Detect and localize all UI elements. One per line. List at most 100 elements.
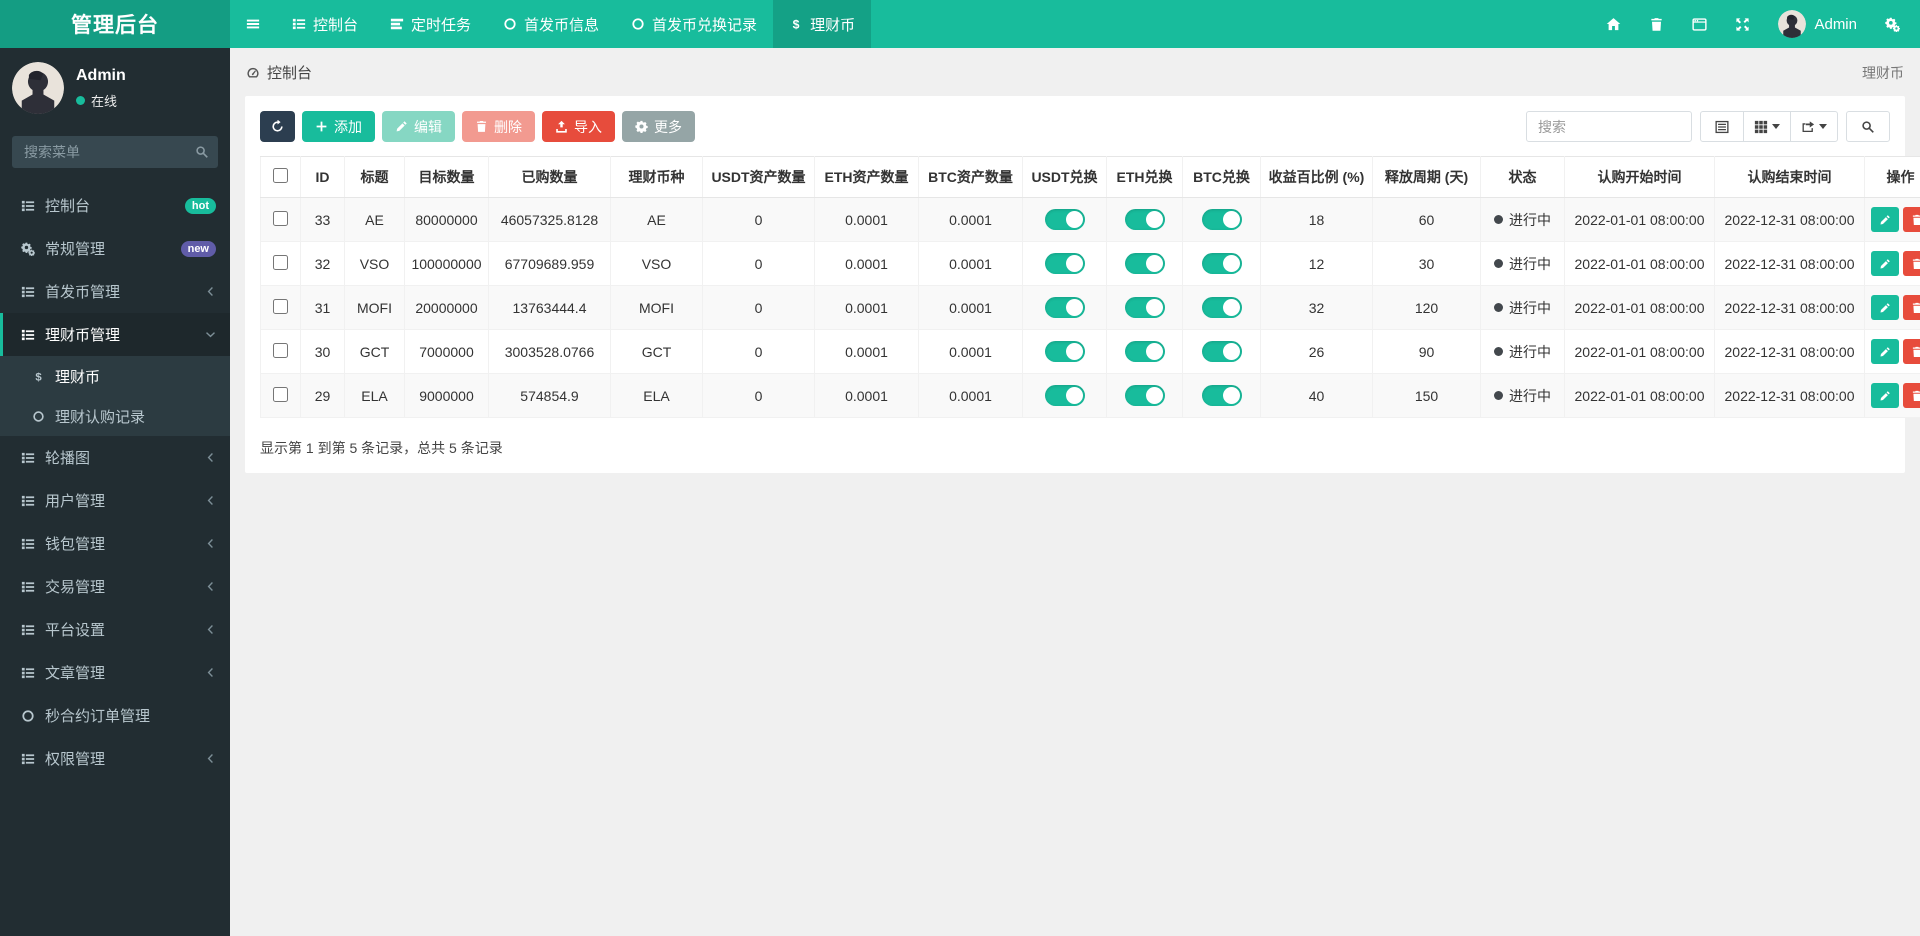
tab-dashboard[interactable]: 控制台 bbox=[276, 0, 374, 48]
more-button[interactable]: 更多 bbox=[622, 111, 695, 142]
btc-swap-toggle[interactable] bbox=[1202, 341, 1242, 362]
settings-button[interactable] bbox=[1871, 0, 1920, 48]
cell-btc_amount: 0.0001 bbox=[919, 374, 1023, 418]
tab-ico-exchange-records[interactable]: 首发币兑换记录 bbox=[615, 0, 773, 48]
sidebar-item-contract-orders[interactable]: 秒合约订单管理 bbox=[0, 694, 230, 737]
detail-view-button[interactable] bbox=[1700, 111, 1744, 142]
export-button[interactable] bbox=[1790, 111, 1838, 142]
table-row[interactable]: 31MOFI2000000013763444.4MOFI00.00010.000… bbox=[261, 286, 1920, 330]
sidebar-item-dashboard[interactable]: 控制台hot bbox=[0, 184, 230, 227]
eth-swap-toggle[interactable] bbox=[1125, 253, 1165, 274]
row-edit-button[interactable] bbox=[1871, 383, 1899, 408]
cell-id: 29 bbox=[301, 374, 345, 418]
row-checkbox[interactable] bbox=[273, 343, 288, 358]
row-checkbox[interactable] bbox=[273, 299, 288, 314]
sidebar-toggle-button[interactable] bbox=[230, 0, 276, 48]
fullscreen-button[interactable] bbox=[1721, 0, 1764, 48]
user-menu-button[interactable]: Admin bbox=[1764, 0, 1871, 48]
usdt-swap-toggle[interactable] bbox=[1045, 209, 1085, 230]
search-submit-button[interactable] bbox=[1846, 111, 1890, 142]
row-checkbox[interactable] bbox=[273, 211, 288, 226]
sidebar-item-trade-manage[interactable]: 交易管理 bbox=[0, 565, 230, 608]
row-edit-button[interactable] bbox=[1871, 251, 1899, 276]
row-checkbox[interactable] bbox=[273, 387, 288, 402]
sidebar-item-permission-manage[interactable]: 权限管理 bbox=[0, 737, 230, 780]
cell-btc_swap bbox=[1183, 198, 1261, 242]
sidebar-item-finance-subscribe-records[interactable]: 理财认购记录 bbox=[0, 396, 230, 436]
import-button[interactable]: 导入 bbox=[542, 111, 615, 142]
row-checkbox[interactable] bbox=[273, 255, 288, 270]
row-delete-button[interactable] bbox=[1903, 251, 1920, 276]
row-delete-button[interactable] bbox=[1903, 339, 1920, 364]
refresh-button[interactable] bbox=[260, 111, 295, 142]
btc-swap-toggle[interactable] bbox=[1202, 297, 1242, 318]
table-row[interactable]: 33AE8000000046057325.8128AE00.00010.0001… bbox=[261, 198, 1920, 242]
sidebar-item-wallet-manage[interactable]: 钱包管理 bbox=[0, 522, 230, 565]
table-row[interactable]: 29ELA9000000574854.9ELA00.00010.00014015… bbox=[261, 374, 1920, 418]
status-dot-icon bbox=[1494, 347, 1503, 356]
row-edit-button[interactable] bbox=[1871, 207, 1899, 232]
cell-start: 2022-01-01 08:00:00 bbox=[1565, 286, 1715, 330]
btc-swap-toggle[interactable] bbox=[1202, 385, 1242, 406]
sidebar-item-article-manage[interactable]: 文章管理 bbox=[0, 651, 230, 694]
home-button[interactable] bbox=[1592, 0, 1635, 48]
table-row[interactable]: 30GCT70000003003528.0766GCT00.00010.0001… bbox=[261, 330, 1920, 374]
usdt-swap-toggle[interactable] bbox=[1045, 253, 1085, 274]
status-label: 进行中 bbox=[1509, 386, 1551, 406]
edit-button[interactable]: 编辑 bbox=[382, 111, 455, 142]
eth-swap-toggle[interactable] bbox=[1125, 341, 1165, 362]
delete-button[interactable]: 删除 bbox=[462, 111, 535, 142]
cell-btc_swap bbox=[1183, 286, 1261, 330]
sidebar-item-general-manage[interactable]: 常规管理new bbox=[0, 227, 230, 270]
sidebar-menu-search-input[interactable] bbox=[12, 136, 218, 168]
sidebar-item-finance-coin[interactable]: $理财币 bbox=[0, 356, 230, 396]
row-edit-button[interactable] bbox=[1871, 339, 1899, 364]
usdt-swap-toggle[interactable] bbox=[1045, 297, 1085, 318]
breadcrumb-section-link[interactable]: 控制台 bbox=[246, 62, 312, 83]
app-logo[interactable]: 管理后台 bbox=[0, 0, 230, 48]
list-icon bbox=[18, 537, 38, 551]
cell-eth_swap bbox=[1107, 374, 1183, 418]
tab-ico-info[interactable]: 首发币信息 bbox=[487, 0, 615, 48]
eth-swap-toggle[interactable] bbox=[1125, 297, 1165, 318]
usdt-swap-toggle[interactable] bbox=[1045, 385, 1085, 406]
col-header-usdt_amount: USDT资产数量 bbox=[703, 157, 815, 198]
col-header-btc_swap: BTC兑换 bbox=[1183, 157, 1261, 198]
row-delete-button[interactable] bbox=[1903, 207, 1920, 232]
btc-swap-toggle[interactable] bbox=[1202, 253, 1242, 274]
circle-icon bbox=[28, 410, 48, 423]
table-search-input[interactable] bbox=[1526, 111, 1692, 142]
eth-swap-toggle[interactable] bbox=[1125, 209, 1165, 230]
sidebar-item-user-manage[interactable]: 用户管理 bbox=[0, 479, 230, 522]
submenu-finance-manage: $理财币理财认购记录 bbox=[0, 356, 230, 436]
row-delete-button[interactable] bbox=[1903, 295, 1920, 320]
chevron-left-icon bbox=[205, 581, 216, 592]
select-all-checkbox[interactable] bbox=[273, 168, 288, 183]
sidebar-item-platform-settings[interactable]: 平台设置 bbox=[0, 608, 230, 651]
table-row[interactable]: 32VSO10000000067709689.959VSO00.00010.00… bbox=[261, 242, 1920, 286]
sidebar-item-finance-manage[interactable]: 理财币管理 bbox=[0, 313, 230, 356]
sidebar-item-ico-manage[interactable]: 首发币管理 bbox=[0, 270, 230, 313]
tab-cron-tasks[interactable]: 定时任务 bbox=[374, 0, 487, 48]
columns-button[interactable] bbox=[1743, 111, 1791, 142]
eth-swap-toggle[interactable] bbox=[1125, 385, 1165, 406]
tab-label: 理财币 bbox=[810, 14, 855, 35]
trash-icon bbox=[475, 120, 488, 133]
tab-finance-coin[interactable]: $理财币 bbox=[773, 0, 871, 48]
list-icon bbox=[18, 752, 38, 766]
cell-check bbox=[261, 198, 301, 242]
list-icon bbox=[18, 199, 38, 213]
status-label: 进行中 bbox=[1509, 342, 1551, 362]
cell-profit: 26 bbox=[1261, 330, 1373, 374]
add-button[interactable]: 添加 bbox=[302, 111, 375, 142]
btc-swap-toggle[interactable] bbox=[1202, 209, 1242, 230]
usdt-swap-toggle[interactable] bbox=[1045, 341, 1085, 362]
row-edit-button[interactable] bbox=[1871, 295, 1899, 320]
chevron-left-icon bbox=[205, 286, 216, 297]
trash-button[interactable] bbox=[1635, 0, 1678, 48]
window-button[interactable] bbox=[1678, 0, 1721, 48]
row-delete-button[interactable] bbox=[1903, 383, 1920, 408]
list-icon bbox=[18, 623, 38, 637]
sidebar-item-banner[interactable]: 轮播图 bbox=[0, 436, 230, 479]
cell-id: 32 bbox=[301, 242, 345, 286]
